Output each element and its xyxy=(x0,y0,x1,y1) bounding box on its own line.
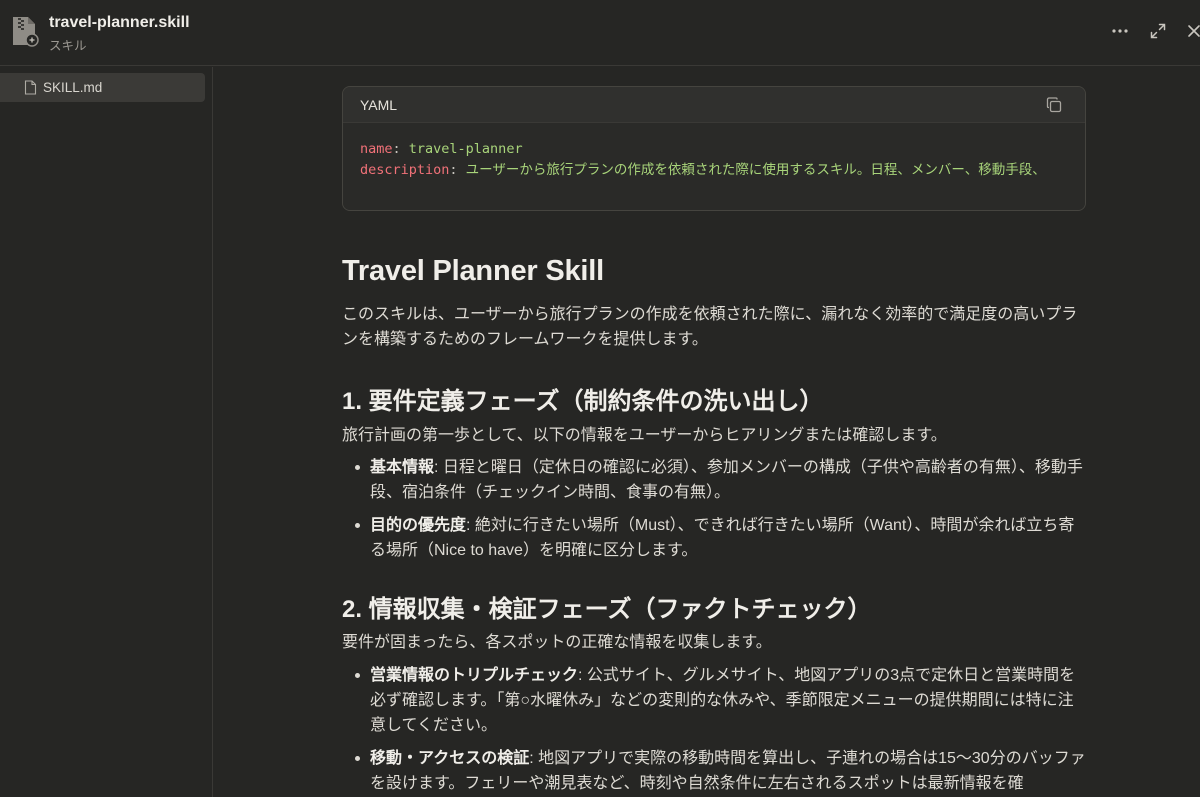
code-language-label: YAML xyxy=(360,96,398,113)
list-item: 目的の優先度: 絶対に行きたい場所（Must）、できれば行きたい場所（Want）… xyxy=(342,513,1086,563)
section-heading: 2. 情報収集・検証フェーズ（ファクトチェック） xyxy=(342,596,872,623)
code-line: name: travel-planner xyxy=(360,141,523,157)
bullet-list: 営業情報のトリプルチェック: 公式サイト、グルメサイト、地図アプリの3点で定休日… xyxy=(342,663,1086,797)
section-lead: 要件が固まったら、各スポットの正確な情報を収集します。 xyxy=(342,634,772,651)
code-content: name: travel-planner description: ユーザーから… xyxy=(343,123,1085,210)
intro-paragraph: このスキルは、ユーザーから旅行プランの作成を依頼された際に、漏れなく効率的で満足… xyxy=(342,306,1078,348)
file-sidebar: SKILL.md xyxy=(0,67,213,797)
more-icon[interactable] xyxy=(1107,18,1133,44)
copy-icon[interactable] xyxy=(1045,96,1063,114)
code-block-header: YAML xyxy=(343,87,1085,123)
bullet-list: 基本情報: 日程と曜日（定休日の確認に必須）、参加メンバーの構成（子供や高齢者の… xyxy=(342,455,1086,571)
list-item: 移動・アクセスの検証: 地図アプリで実際の移動時間を算出し、子連れの場合は15〜… xyxy=(342,746,1086,796)
code-block: YAML name: travel-planner description: ユ… xyxy=(342,86,1086,211)
document-icon xyxy=(24,80,37,95)
document-title: Travel Planner Skill xyxy=(342,255,604,287)
window-title: travel-planner.skill xyxy=(49,14,190,31)
archive-file-icon xyxy=(11,15,39,47)
section-lead: 旅行計画の第一歩として、以下の情報をユーザーからヒアリングまたは確認します。 xyxy=(342,427,947,444)
window-header: travel-planner.skill スキル xyxy=(0,0,1200,66)
close-icon[interactable] xyxy=(1181,18,1200,44)
list-item: 基本情報: 日程と曜日（定休日の確認に必須）、参加メンバーの構成（子供や高齢者の… xyxy=(342,455,1086,505)
expand-icon[interactable] xyxy=(1145,18,1171,44)
sidebar-item-skill-md[interactable]: SKILL.md xyxy=(0,73,205,102)
code-line: description: ユーザーから旅行プランの作成を依頼された際に使用するス… xyxy=(360,162,1046,178)
window-subtitle: スキル xyxy=(49,39,87,53)
list-item: 営業情報のトリプルチェック: 公式サイト、グルメサイト、地図アプリの3点で定休日… xyxy=(342,663,1086,738)
document-viewer[interactable]: YAML name: travel-planner description: ユ… xyxy=(214,67,1200,797)
sidebar-item-label: SKILL.md xyxy=(43,80,103,95)
section-heading: 1. 要件定義フェーズ（制約条件の洗い出し） xyxy=(342,388,824,415)
